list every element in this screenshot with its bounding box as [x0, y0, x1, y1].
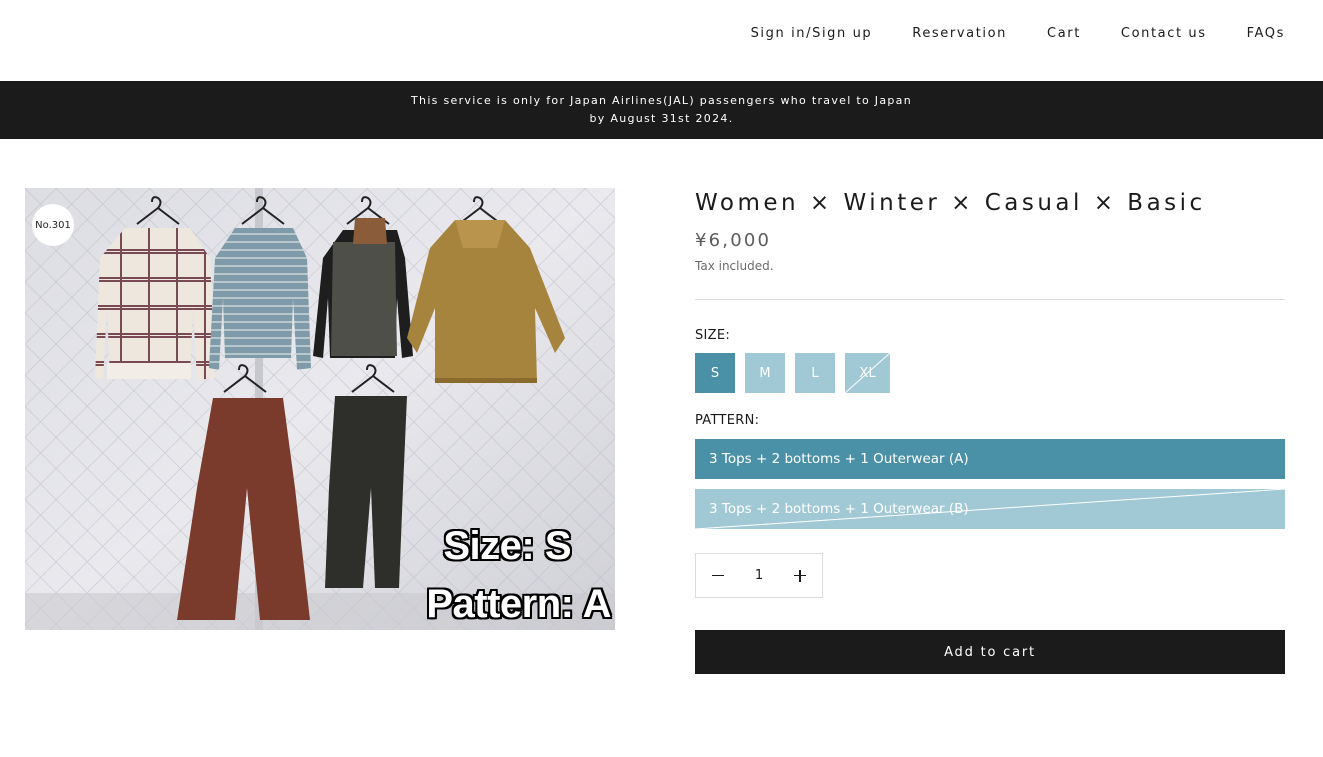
pattern-label: PATTERN:: [695, 413, 760, 428]
quantity-stepper: 1: [695, 553, 823, 598]
pattern-option-a-label: 3 Tops + 2 bottoms + 1 Outerwear (A): [709, 451, 969, 467]
size-option-xl[interactable]: XL: [845, 353, 890, 393]
site-header: Sign in/Sign up Reservation Cart Contact…: [0, 0, 1323, 80]
item-number-badge: No.301: [32, 204, 74, 246]
tax-note: Tax included.: [695, 259, 774, 273]
quantity-decrease-button[interactable]: [710, 568, 726, 584]
image-size-caption: Size: S: [443, 524, 571, 568]
product-price: ¥6,000: [695, 230, 772, 251]
minus-icon: [712, 574, 724, 576]
nav-cart[interactable]: Cart: [1047, 26, 1081, 41]
divider: [695, 299, 1285, 300]
sold-out-strike: [845, 353, 890, 393]
size-option-m[interactable]: M: [745, 353, 785, 393]
size-option-l[interactable]: L: [795, 353, 835, 393]
image-pattern-caption: Pattern: A: [426, 582, 611, 626]
announcement-bar: This service is only for Japan Airlines(…: [0, 81, 1323, 139]
size-options: S M L XL: [695, 353, 1285, 393]
product-image[interactable]: No.301 Size: S Pattern: A: [25, 188, 615, 630]
size-label: SIZE:: [695, 328, 731, 343]
quantity-increase-button[interactable]: [792, 568, 808, 584]
pattern-option-a[interactable]: 3 Tops + 2 bottoms + 1 Outerwear (A): [695, 439, 1285, 479]
main-nav: Sign in/Sign up Reservation Cart Contact…: [711, 26, 1285, 41]
nav-faqs[interactable]: FAQs: [1247, 26, 1285, 41]
announcement-line-1: This service is only for Japan Airlines(…: [411, 94, 912, 107]
size-option-s[interactable]: S: [695, 353, 735, 393]
nav-contact-us[interactable]: Contact us: [1121, 26, 1207, 41]
nav-sign-in[interactable]: Sign in/Sign up: [751, 26, 873, 41]
product-title: Women × Winter × Casual × Basic: [695, 190, 1206, 216]
sold-out-strike: [695, 489, 1285, 529]
quantity-value[interactable]: 1: [755, 568, 763, 583]
nav-reservation[interactable]: Reservation: [912, 26, 1007, 41]
add-to-cart-button[interactable]: Add to cart: [695, 630, 1285, 674]
product-info: Women × Winter × Casual × Basic ¥6,000 T…: [695, 188, 1285, 674]
announcement-line-2: by August 31st 2024.: [589, 112, 734, 125]
pattern-option-b[interactable]: 3 Tops + 2 bottoms + 1 Outerwear (B): [695, 489, 1285, 529]
